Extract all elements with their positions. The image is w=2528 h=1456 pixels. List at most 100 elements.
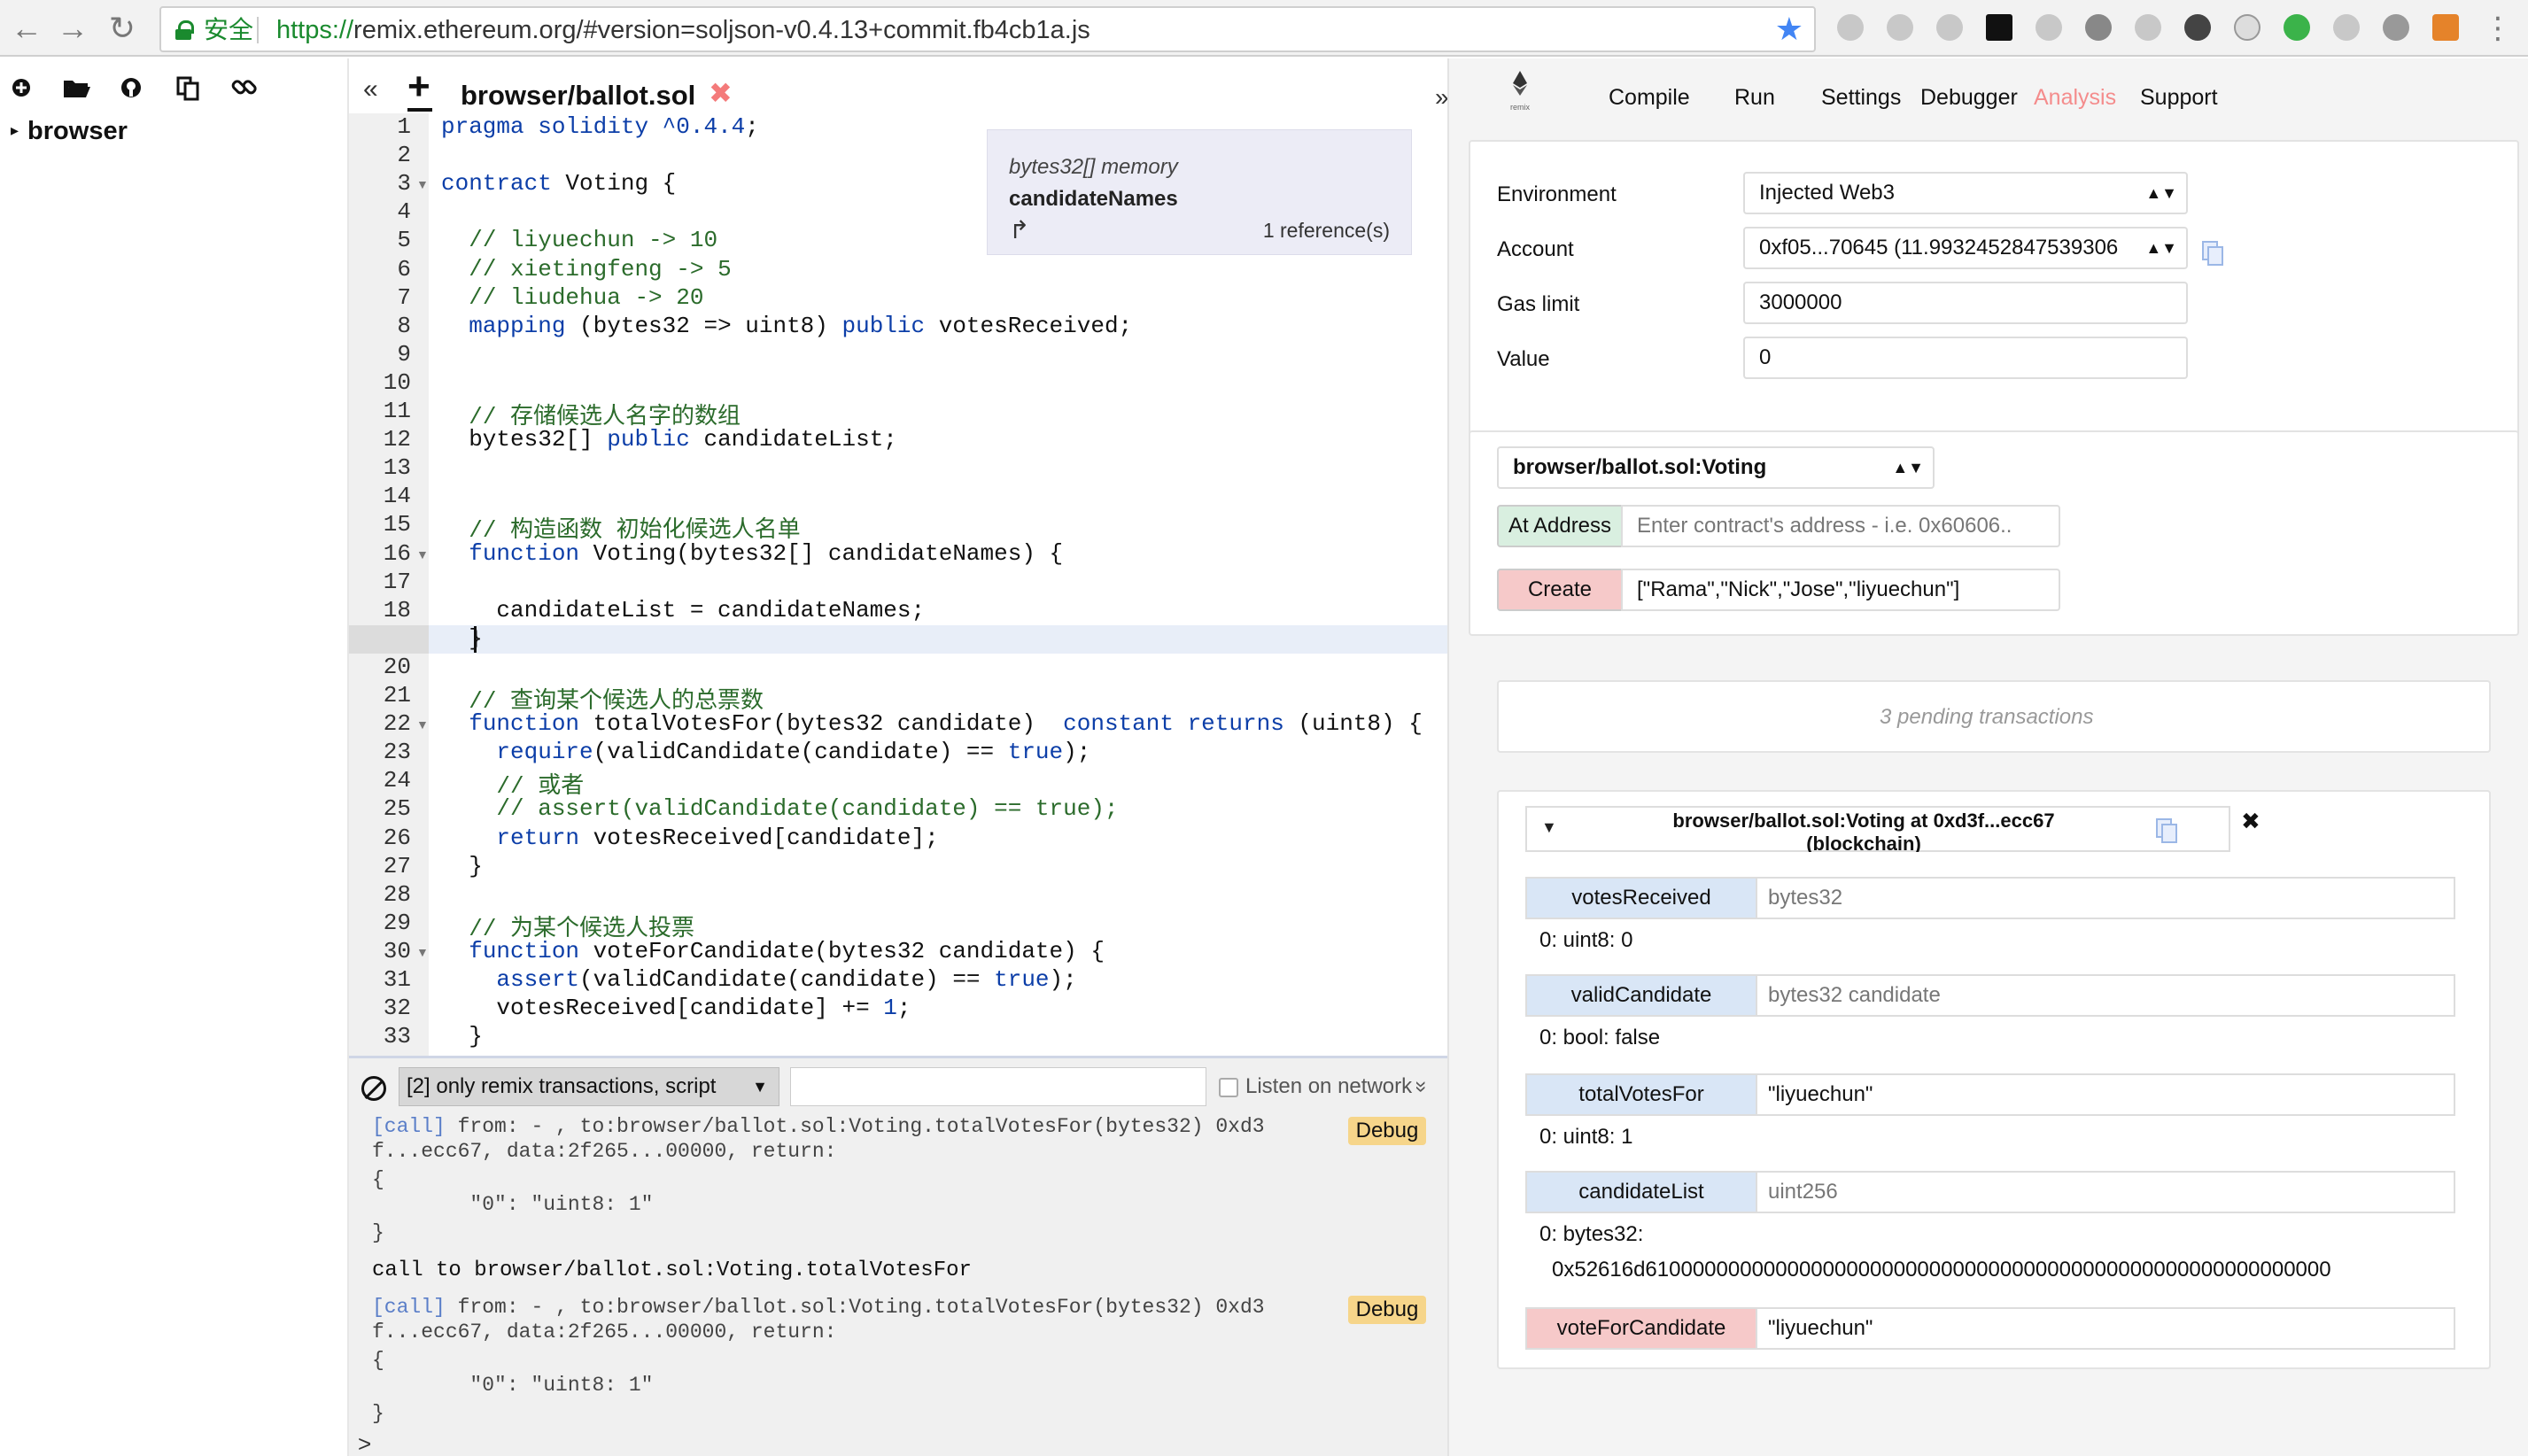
- debug-button[interactable]: Debug: [1348, 1117, 1426, 1145]
- create-file-icon[interactable]: [5, 73, 37, 103]
- address-bar[interactable]: 安全 https://remix.ethereum.org/#version=s…: [159, 6, 1816, 52]
- code-line: mapping (bytes32 => uint8) public votesR…: [469, 312, 1133, 339]
- extension-icon[interactable]: [1986, 14, 2012, 41]
- extension-icon[interactable]: [2135, 14, 2161, 41]
- wechat-icon[interactable]: [2284, 14, 2310, 41]
- gas-limit-input[interactable]: 3000000: [1743, 282, 2188, 324]
- menu-icon[interactable]: ⋮: [2480, 9, 2516, 48]
- copy-files-icon[interactable]: [172, 73, 204, 103]
- tab-debugger[interactable]: Debugger: [1920, 85, 2018, 111]
- create-args-input[interactable]: ["Rama","Nick","Jose","liyuechun"]: [1621, 569, 2060, 611]
- extension-icon[interactable]: [2085, 14, 2112, 41]
- fold-arrow-icon[interactable]: ▼: [416, 177, 429, 191]
- open-folder-icon[interactable]: [60, 73, 92, 103]
- fn-vote-for-candidate-input[interactable]: "liyuechun": [1756, 1307, 2455, 1350]
- tab-support[interactable]: Support: [2140, 85, 2218, 111]
- tab-compile[interactable]: Compile: [1609, 85, 1690, 111]
- fn-candidate-list-input[interactable]: uint256: [1756, 1171, 2455, 1213]
- line-number: 11: [383, 398, 411, 424]
- transaction-filter-select[interactable]: [2] only remix transactions, script ▼: [399, 1067, 779, 1106]
- url-text[interactable]: https://remix.ethereum.org/#version=solj…: [276, 15, 1090, 45]
- collapse-left-icon[interactable]: «: [363, 74, 378, 105]
- fn-votes-received-button[interactable]: votesReceived: [1525, 877, 1757, 919]
- lock-icon: [175, 20, 194, 40]
- fold-arrow-icon[interactable]: ▼: [416, 717, 429, 732]
- line-number: 4: [397, 198, 411, 226]
- line-number: 28: [383, 880, 411, 908]
- environment-select[interactable]: Injected Web3 ▲▼: [1743, 172, 2188, 214]
- fn-candidate-list-button[interactable]: candidateList: [1525, 1171, 1757, 1213]
- fn-candidate-list-output-value: 0x52616d61000000000000000000000000000000…: [1552, 1258, 2331, 1282]
- instance-header[interactable]: ▼ browser/ballot.sol:Voting at 0xd3f...e…: [1525, 806, 2230, 852]
- log-line: f...ecc67, data:2f265...00000, return:: [372, 1140, 837, 1163]
- fn-total-votes-for-output: 0: uint8: 1: [1539, 1125, 1633, 1149]
- account-label: Account: [1497, 237, 1574, 261]
- extension-icon[interactable]: [2383, 14, 2409, 41]
- extension-icon[interactable]: [1887, 14, 1913, 41]
- listen-on-network-checkbox[interactable]: [1219, 1078, 1238, 1097]
- at-address-button[interactable]: At Address: [1497, 505, 1623, 547]
- fn-total-votes-for-input[interactable]: "liyuechun": [1756, 1073, 2455, 1116]
- debug-button[interactable]: Debug: [1348, 1296, 1426, 1324]
- metamask-icon[interactable]: [2432, 14, 2459, 41]
- new-file-icon[interactable]: +: [407, 67, 430, 106]
- line-number: 3: [397, 170, 411, 197]
- code-line: function Voting(bytes32[] candidateNames…: [469, 539, 1064, 567]
- forward-arrow-icon[interactable]: →: [55, 9, 90, 48]
- extension-icon[interactable]: [2333, 14, 2360, 41]
- contract-select[interactable]: browser/ballot.sol:Voting ▲▼: [1497, 446, 1935, 489]
- value-label: Value: [1497, 347, 1550, 371]
- github-icon[interactable]: [115, 73, 147, 103]
- copy-address-icon[interactable]: [2202, 241, 2223, 266]
- extension-icon[interactable]: [2234, 14, 2260, 41]
- code-line: }: [441, 1023, 483, 1050]
- close-instance-icon[interactable]: ✖: [2241, 808, 2260, 835]
- line-number: 1: [397, 113, 411, 140]
- terminal-prompt[interactable]: >: [358, 1430, 371, 1456]
- tab-run[interactable]: Run: [1734, 85, 1775, 111]
- back-arrow-icon[interactable]: ←: [9, 9, 44, 48]
- extension-icon[interactable]: [1936, 14, 1963, 41]
- account-select[interactable]: 0xf05...70645 (11.9932452847539306 ▲▼: [1743, 227, 2188, 269]
- expand-icon[interactable]: »: [1409, 1080, 1434, 1092]
- jump-to-definition-icon[interactable]: ↱: [1009, 215, 1029, 244]
- extension-icon[interactable]: [1837, 14, 1864, 41]
- fold-arrow-icon[interactable]: ▼: [416, 945, 429, 959]
- at-address-input[interactable]: Enter contract's address - i.e. 0x60606.…: [1621, 505, 2060, 547]
- terminal-search-input[interactable]: [790, 1067, 1206, 1106]
- extension-icon[interactable]: [2184, 14, 2211, 41]
- fold-arrow-icon[interactable]: ▼: [416, 547, 429, 561]
- select-arrows-icon: ▲▼: [1892, 459, 1924, 476]
- clear-console-icon[interactable]: [361, 1076, 386, 1101]
- code-line: pragma solidity ^0.4.4;: [441, 113, 759, 140]
- code-line: function voteForCandidate(bytes32 candid…: [469, 937, 1105, 964]
- extension-icon[interactable]: [2036, 14, 2062, 41]
- line-number: 18: [383, 596, 411, 623]
- close-tab-icon[interactable]: ✖: [709, 76, 733, 110]
- create-button[interactable]: Create: [1497, 569, 1623, 611]
- log-line: "0": "uint8: 1": [372, 1193, 654, 1216]
- tree-folder-browser[interactable]: ▸ browser: [11, 117, 128, 146]
- line-number: 22: [383, 710, 411, 738]
- code-line: // assert(validCandidate(candidate) == t…: [496, 795, 1119, 823]
- tab-ballot-sol[interactable]: browser/ballot.sol: [461, 80, 695, 112]
- line-number: 5: [397, 227, 411, 254]
- copy-instance-address-icon[interactable]: [2156, 818, 2177, 843]
- link-icon[interactable]: [229, 73, 260, 103]
- reload-icon[interactable]: ↻: [105, 9, 140, 48]
- code-line: contract Voting {: [441, 170, 677, 197]
- log-line: call to browser/ballot.sol:Voting.totalV…: [372, 1259, 972, 1282]
- fn-vote-for-candidate-button[interactable]: voteForCandidate: [1525, 1307, 1757, 1350]
- log-line: [call] from: - , to:browser/ballot.sol:V…: [372, 1296, 1265, 1319]
- fn-total-votes-for-button[interactable]: totalVotesFor: [1525, 1073, 1757, 1116]
- bookmark-star-icon[interactable]: ★: [1775, 12, 1803, 47]
- value-input[interactable]: 0: [1743, 337, 2188, 379]
- fn-votes-received-input[interactable]: bytes32: [1756, 877, 2455, 919]
- value-value: 0: [1759, 345, 1772, 369]
- tab-settings[interactable]: Settings: [1821, 85, 1901, 111]
- line-number: 23: [383, 739, 411, 766]
- fn-valid-candidate-button[interactable]: validCandidate: [1525, 974, 1757, 1017]
- fn-valid-candidate-input[interactable]: bytes32 candidate: [1756, 974, 2455, 1017]
- code-line: // liudehua -> 20: [469, 283, 704, 311]
- tab-analysis[interactable]: Analysis: [2034, 85, 2116, 111]
